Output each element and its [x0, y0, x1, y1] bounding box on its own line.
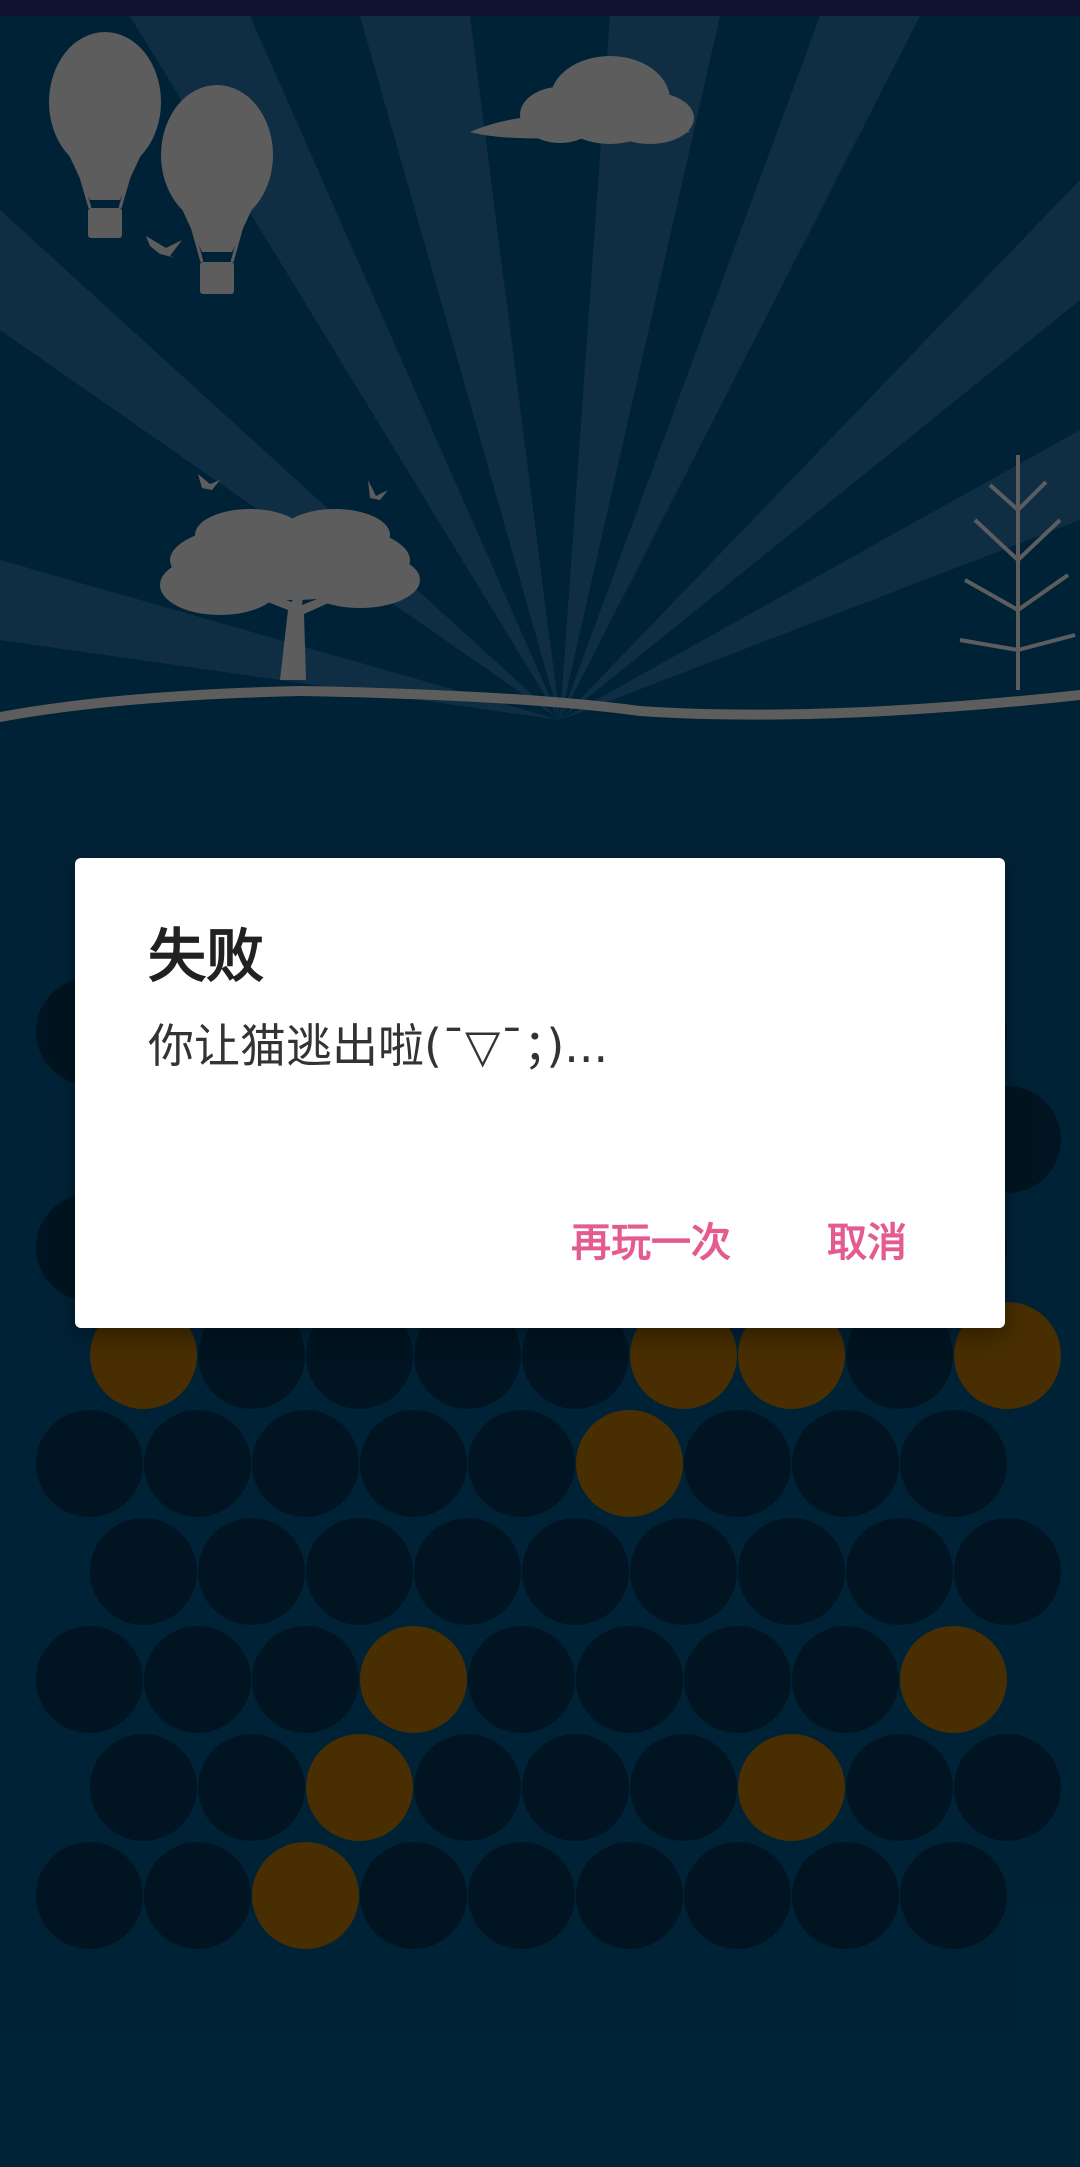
dialog-message: 你让猫逃出啦(¯▽¯；)... [148, 1019, 609, 1073]
play-again-button[interactable]: 再玩一次 [563, 1208, 739, 1278]
game-screen: 失败 你让猫逃出啦(¯▽¯；)... 再玩一次 取消 [0, 0, 1080, 2167]
dialog-title: 失败 [148, 922, 265, 990]
fail-dialog: 失败 你让猫逃出啦(¯▽¯；)... 再玩一次 取消 [75, 858, 1005, 1328]
cancel-button[interactable]: 取消 [819, 1208, 915, 1278]
